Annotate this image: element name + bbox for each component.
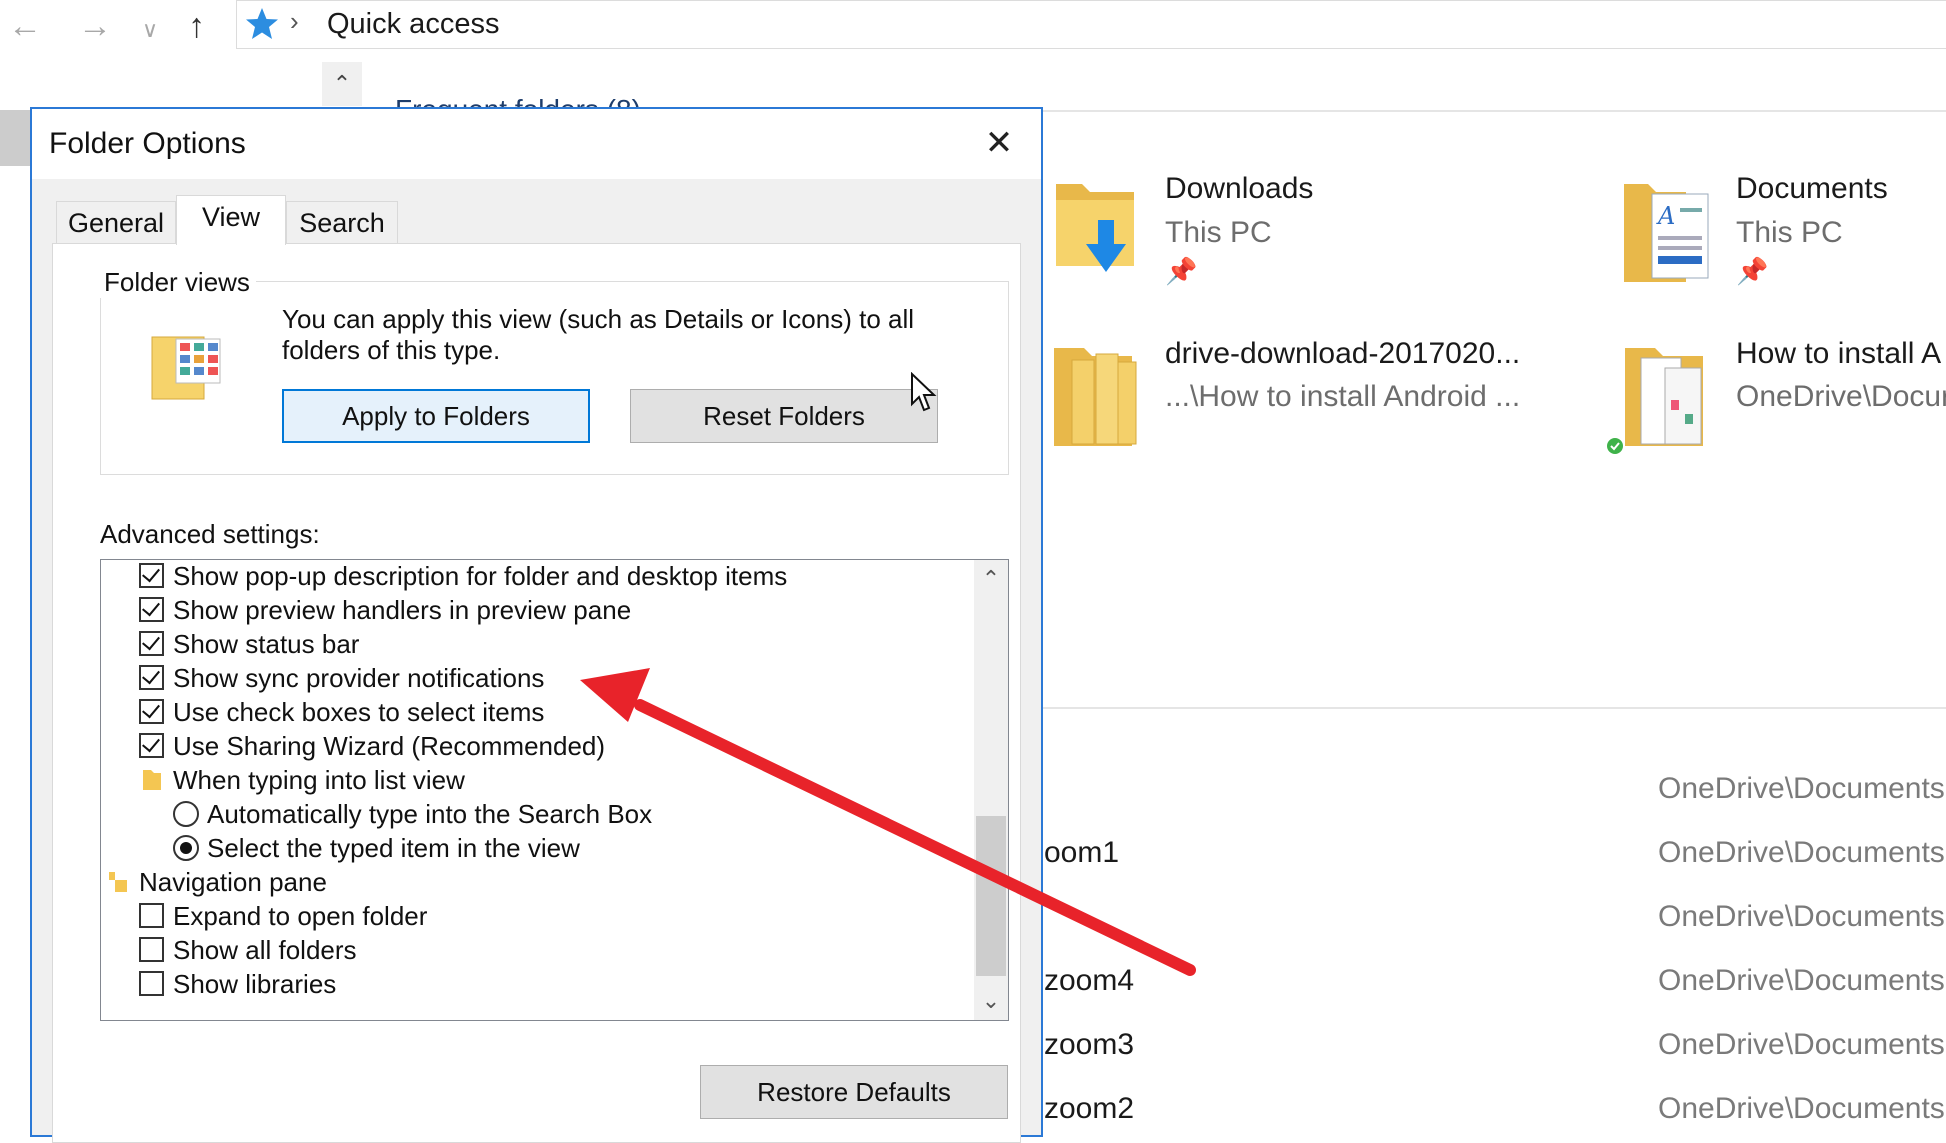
scroll-up-arrow-icon[interactable]: ⌃	[974, 562, 1008, 596]
recent-file-path: OneDrive\Documents	[1658, 1092, 1945, 1125]
setting-label: Show libraries	[173, 969, 337, 999]
setting-label: Show sync provider notifications	[173, 663, 545, 693]
forward-arrow-icon[interactable]: →	[78, 6, 112, 46]
reset-folders-button[interactable]: Reset Folders	[630, 389, 938, 443]
checkbox[interactable]	[139, 665, 164, 690]
setting-label: Use Sharing Wizard (Recommended)	[173, 731, 606, 761]
section-divider	[1040, 110, 1946, 112]
apply-to-folders-button[interactable]: Apply to Folders	[282, 389, 590, 443]
pin-icon[interactable]: 📌	[1165, 256, 1197, 287]
tile-location: This PC	[1165, 216, 1272, 249]
recent-file-path: OneDrive\Documents	[1658, 772, 1945, 805]
recent-file-name[interactable]: zoom3	[1044, 1028, 1134, 1062]
setting-label: Show status bar	[173, 629, 360, 659]
tile-name[interactable]: Documents	[1736, 172, 1888, 206]
up-arrow-icon[interactable]: ↑	[188, 6, 205, 46]
recent-file-path: OneDrive\Documents	[1658, 964, 1945, 997]
folder-icon[interactable]	[1605, 340, 1715, 460]
checkbox[interactable]	[139, 597, 164, 622]
checkbox[interactable]	[139, 699, 164, 724]
setting-label: Show all folders	[173, 935, 357, 965]
scroll-down-arrow-icon[interactable]: ⌄	[974, 984, 1008, 1018]
tile-location: OneDrive\Docur	[1736, 380, 1946, 413]
recent-file-name[interactable]: zoom4	[1044, 964, 1134, 998]
recent-locations-chevron-icon[interactable]: ∨	[142, 10, 158, 50]
recent-file-path: OneDrive\Documents	[1658, 836, 1945, 869]
recent-file-path: OneDrive\Documents	[1658, 900, 1945, 933]
setting-label: Show pop-up description for folder and d…	[173, 561, 788, 591]
checkbox[interactable]	[139, 733, 164, 758]
tile-name[interactable]: drive-download-2017020...	[1165, 337, 1520, 371]
setting-label: Expand to open folder	[173, 901, 428, 931]
tile-location: ...\How to install Android ...	[1165, 380, 1521, 413]
setting-label: Select the typed item in the view	[207, 833, 580, 863]
recent-file-name[interactable]: oom1	[1044, 836, 1119, 870]
checkbox[interactable]	[139, 903, 164, 928]
close-icon[interactable]: ✕	[977, 121, 1021, 165]
pin-icon[interactable]: 📌	[1736, 256, 1768, 287]
tile-location: This PC	[1736, 216, 1843, 249]
folder-icon[interactable]	[1052, 340, 1142, 450]
checkbox[interactable]	[139, 631, 164, 656]
checkbox[interactable]	[139, 937, 164, 962]
tab-view[interactable]: View	[176, 195, 286, 245]
navpane-selection-strip	[0, 110, 32, 166]
quick-access-star-icon	[246, 8, 278, 39]
setting-label: When typing into list view	[173, 765, 465, 795]
address-text[interactable]: Quick access	[327, 8, 499, 41]
breadcrumb-chevron-icon[interactable]: ›	[290, 6, 299, 37]
svg-text:A: A	[1656, 202, 1675, 230]
tile-name[interactable]: Downloads	[1165, 172, 1313, 206]
list-scrollbar[interactable]: ⌃ ⌄	[974, 560, 1008, 1020]
scroll-thumb[interactable]	[976, 816, 1006, 976]
folder-views-label: Folder views	[98, 267, 256, 298]
navigation-pane-icon	[109, 872, 127, 892]
folder-icon	[143, 770, 161, 790]
setting-label: Show preview handlers in preview pane	[173, 595, 632, 625]
setting-label: Navigation pane	[139, 867, 327, 897]
checkbox[interactable]	[139, 563, 164, 588]
recent-file-name[interactable]: zoom2	[1044, 1092, 1134, 1126]
folder-options-dialog: Folder Options ✕ General View Search Fol…	[30, 107, 1043, 1143]
section-divider	[1040, 707, 1946, 709]
downloads-folder-icon[interactable]	[1052, 176, 1142, 276]
chevron-up-icon: ⌃	[332, 71, 352, 96]
radio-button[interactable]	[173, 835, 199, 861]
dialog-title: Folder Options	[49, 127, 246, 160]
mouse-cursor-icon	[911, 372, 937, 412]
back-arrow-icon[interactable]: ←	[8, 6, 42, 46]
navpane-scroll-up-button[interactable]: ⌃	[322, 62, 362, 106]
setting-label: Use check boxes to select items	[173, 697, 545, 727]
recent-file-path: OneDrive\Documents	[1658, 1028, 1945, 1061]
folder-views-description: You can apply this view (such as Details…	[282, 304, 915, 365]
tab-general[interactable]: General	[56, 201, 176, 245]
setting-label: Automatically type into the Search Box	[207, 799, 653, 829]
documents-folder-icon[interactable]: A	[1622, 176, 1712, 286]
dialog-titlebar[interactable]: Folder Options ✕	[32, 109, 1041, 179]
address-bar-area: ← → ∨ ↑ › Quick access	[0, 0, 1946, 50]
tab-search[interactable]: Search	[286, 201, 398, 245]
advanced-settings-list[interactable]: Show pop-up description for folder and d…	[100, 559, 1009, 1021]
tile-name[interactable]: How to install A	[1736, 337, 1941, 371]
radio-button[interactable]	[173, 801, 199, 827]
restore-defaults-button[interactable]: Restore Defaults	[700, 1065, 1008, 1119]
checkbox[interactable]	[139, 971, 164, 996]
advanced-settings-label: Advanced settings:	[100, 519, 320, 549]
folder-views-icon	[151, 336, 221, 400]
